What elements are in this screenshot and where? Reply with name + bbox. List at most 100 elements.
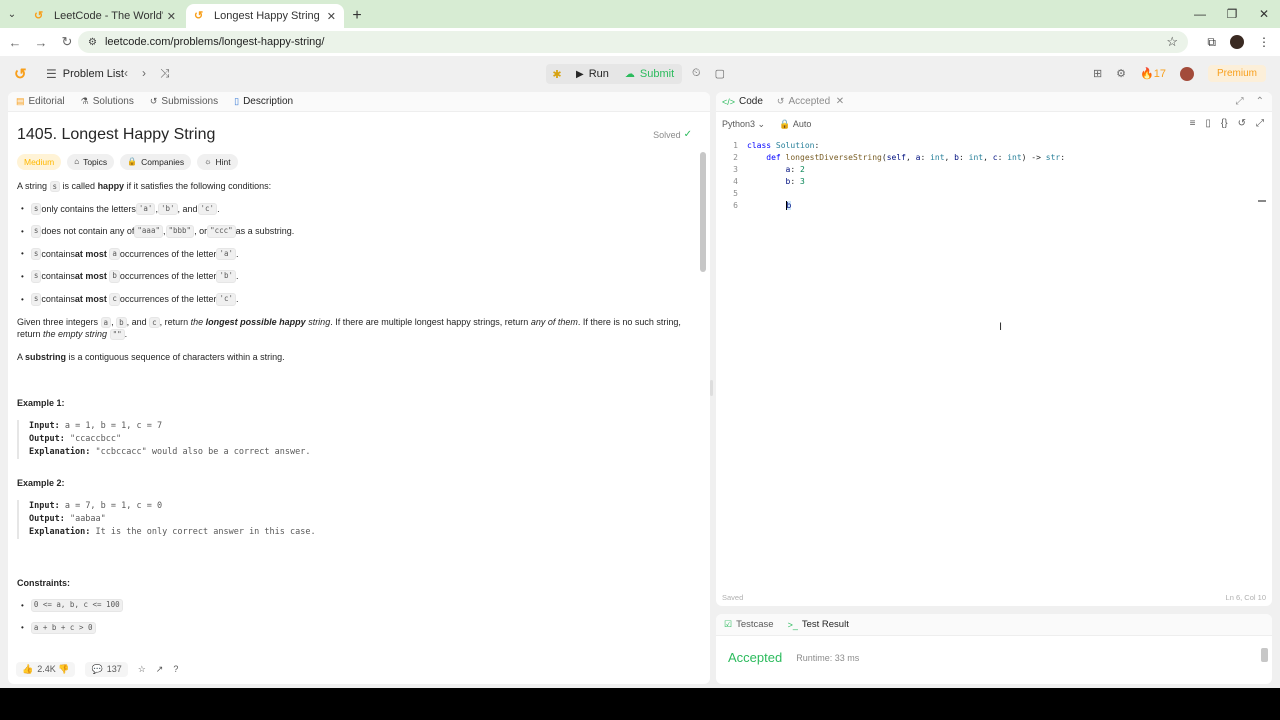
condition-item: • s does not contain any of "aaa", "bbb",… [17,225,692,238]
problem-description: 1405. Longest Happy String Solved ✓ Mediu… [17,120,692,648]
favorite-star-icon[interactable]: ☆ [138,664,146,675]
random-problem-icon[interactable]: ⤨ [160,66,170,81]
output-label: Output: [29,513,65,524]
timer-icon[interactable]: ⏲ [692,67,701,80]
tab-test-result[interactable]: >_ Test Result [788,619,849,630]
inline-code: "" [109,329,125,341]
leetcode-favicon-icon: ↺ [34,10,44,22]
like-button[interactable]: 👍 2.4K 👎 [16,661,76,677]
settings-gear-icon[interactable]: ⚙ [1116,67,1126,80]
tag-icon: ⌂ [74,157,80,166]
constraint-item: • 0 <= a, b, c <= 100 [17,599,692,612]
problem-list-button[interactable]: ☰ Problem List [46,67,124,81]
collapse-icon[interactable]: ⌃ [1256,96,1264,107]
next-problem-icon[interactable]: › [142,66,146,81]
inline-code: s [30,293,42,306]
inline-code: "ccc" [207,225,236,238]
text: A string [17,181,50,191]
reset-icon[interactable]: ↺ [1238,118,1246,129]
browser-menu-icon[interactable]: ⋮ [1258,35,1270,49]
notes-icon[interactable]: ▢ [715,67,725,80]
bookmark-icon[interactable]: ▯ [1205,118,1211,129]
code-toolbar: Python3 ⌄ 🔒 Auto ≡ ▯ {} ↺ ⤢ [716,112,1272,136]
tab-search-chevron-icon[interactable]: ⌄ [0,0,24,28]
extensions-icon[interactable]: ⧉ [1207,35,1216,50]
bullet: • [21,294,24,304]
leetcode-logo-icon[interactable]: ↺ [14,65,27,83]
example-output: "ccaccbcc" [69,433,122,444]
close-tab-icon[interactable]: ✕ [836,96,844,107]
tab-label: Editorial [28,96,65,107]
panel-resize-handle[interactable] [710,380,713,396]
tab-label: Code [739,96,763,107]
like-count: 2.4K [37,664,56,674]
test-panel-scrollbar[interactable] [1261,648,1268,662]
streak-counter[interactable]: 🔥17 [1140,67,1166,80]
tab-close-icon[interactable]: ✕ [167,10,176,23]
language-select[interactable]: Python3 ⌄ [722,119,765,130]
fullscreen-icon[interactable]: ⤢ [1256,118,1264,129]
debugger-button[interactable]: ✱ [546,64,568,84]
line-number: 5 [733,189,738,198]
tab-editorial[interactable]: ▤ Editorial [16,96,65,107]
thumbs-down-icon[interactable]: 👎 [58,664,69,675]
text: is a contiguous sequence of characters w… [66,351,285,362]
tab-solutions[interactable]: ⚗ Solutions [81,96,134,107]
document-icon: ▯ [234,96,240,106]
description-scrollbar[interactable] [700,152,706,272]
bookmark-star-icon[interactable]: ☆ [1166,34,1178,50]
maximize-icon[interactable]: ⤢ [1236,96,1244,107]
url-field[interactable]: ⚙ leetcode.com/problems/longest-happy-st… [78,31,1188,53]
layout-grid-icon[interactable]: ⊞ [1093,67,1102,80]
problem-chips: Medium ⌂ Topics 🔒 Companies ☼ Hint [17,154,692,170]
new-tab-icon[interactable]: + [344,4,370,28]
tab-accepted[interactable]: ↺ Accepted ✕ [777,96,844,107]
share-icon[interactable]: ↗ [156,664,164,675]
companies-chip[interactable]: 🔒 Companies [120,154,192,170]
text: . [236,271,239,282]
back-icon[interactable]: ← [2,35,28,50]
tab-label: Description [243,96,294,107]
inline-code: 'c' [197,202,218,216]
site-info-icon[interactable]: ⚙ [88,37,97,48]
reload-icon[interactable]: ↻ [54,34,80,50]
format-icon[interactable]: ≡ [1190,118,1196,129]
tab-close-icon[interactable]: ✕ [327,10,336,23]
braces-icon[interactable]: {} [1221,118,1228,129]
restore-icon[interactable]: ❐ [1216,0,1248,28]
submit-button[interactable]: ☁ Submit [616,64,683,84]
previous-problem-icon[interactable]: ‹ [124,66,128,81]
example-title: Example 1: [17,398,65,409]
tab-description[interactable]: ▯ Description [234,96,293,107]
topics-chip[interactable]: ⌂ Topics [67,154,115,170]
inline-code: b [109,270,120,283]
chip-label: Topics [83,157,108,167]
browser-tab-longest-happy-string[interactable]: ↺ Longest Happy String - LeetCo ✕ [186,4,344,28]
profile-avatar[interactable] [1230,35,1244,49]
forward-icon[interactable]: → [28,35,54,50]
minimize-icon[interactable]: — [1184,0,1216,28]
premium-button[interactable]: Premium [1207,65,1266,82]
auto-mode-toggle[interactable]: 🔒 Auto [779,119,811,130]
tab-code[interactable]: </> Code [722,96,763,107]
example-explanation: "ccbccacc" would also be a correct answe… [95,446,311,457]
browser-tab-leetcode-home[interactable]: ↺ LeetCode - The World's Leadin ✕ [26,4,184,28]
comments-button[interactable]: 💬 137 [85,661,128,677]
code-editor[interactable]: 1 class Solution: 2 def longestDiverseStr… [716,140,1272,212]
text: occurrences of the letter [119,271,217,282]
run-button[interactable]: ▶ Run [568,64,617,84]
tab-submissions[interactable]: ↺ Submissions [150,96,218,107]
check-circle-icon: ✓ [683,129,692,140]
run-submit-group: ✱ ▶ Run ☁ Submit [546,64,683,84]
italic-text: the empty string [43,329,108,340]
problem-title[interactable]: 1405. Longest Happy String [17,124,653,146]
tab-testcase[interactable]: ☑ Testcase [724,619,774,630]
user-avatar[interactable] [1179,66,1194,81]
text-cursor-ibeam-icon: I [999,321,1003,333]
hint-chip[interactable]: ☼ Hint [197,154,238,170]
close-window-icon[interactable]: ✕ [1248,0,1280,28]
help-icon[interactable]: ? [173,664,178,674]
list-icon: ☰ [46,67,57,81]
text: contains [41,271,75,282]
browser-toolbar-right: ⧉ ⋮ [1207,28,1270,56]
